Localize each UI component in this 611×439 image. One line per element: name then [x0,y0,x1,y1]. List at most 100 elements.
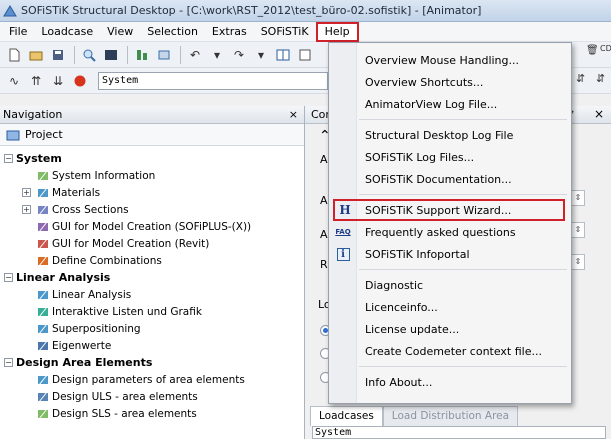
menu-item-create-codemeter-context-file[interactable]: Create Codemeter context file... [329,340,571,362]
close-icon[interactable]: × [289,108,298,121]
tree-item[interactable]: Eigenwerte [0,337,304,354]
field-label: A [320,153,328,166]
tree-item[interactable]: Define Combinations [0,252,304,269]
menu-sofistik[interactable]: SOFiSTiK [254,22,316,42]
menu-selection[interactable]: Selection [140,22,205,42]
tree-item[interactable]: GUI for Model Creation (SOFiPLUS-(X)) [0,218,304,235]
tree-group[interactable]: − System [0,150,304,167]
dropdown-arrow-icon[interactable]: ▾ [251,45,271,65]
project-tab[interactable]: Project [0,124,304,146]
menu-item-diagnostic[interactable]: Diagnostic [329,274,571,296]
tree-item[interactable]: Design ULS - area elements [0,388,304,405]
axis-z-icon[interactable]: ⇵ [596,72,605,85]
redo-icon[interactable]: ↷ [229,45,249,65]
menu-item-animatorview-log-file[interactable]: AnimatorView Log File... [329,93,571,115]
tree-item[interactable]: Design parameters of area elements [0,371,304,388]
open-file-icon[interactable] [26,45,46,65]
menu-item-label: Info About... [365,375,433,389]
project-label: Project [25,128,63,141]
tree-item-icon [38,289,48,300]
menu-item-sofistik-log-files[interactable]: SOFiSTiK Log Files... [329,146,571,168]
collapse-toggle-icon[interactable]: − [4,358,13,367]
tree-item-label: Interaktive Listen und Grafik [52,305,202,318]
tree-item-label: Design Area Elements [16,356,153,369]
toolbar-separator [127,45,128,64]
tree-item-icon [38,306,48,317]
tree-item[interactable]: + Materials [0,184,304,201]
structure-icon[interactable] [154,45,174,65]
tree-item[interactable]: + Cross Sections [0,201,304,218]
tree-item[interactable]: Interaktive Listen und Grafik [0,303,304,320]
tree-item[interactable]: System Information [0,167,304,184]
axis-x-icon[interactable]: ⇵ [576,72,585,85]
new-file-icon[interactable] [4,45,24,65]
expand-toggle-icon[interactable]: + [22,205,31,214]
menu-item-info-about[interactable]: Info About... [329,371,571,393]
force-down-icon[interactable]: ⇊ [48,71,68,91]
menu-separator [359,366,567,367]
expand-toggle-icon[interactable]: + [22,188,31,197]
model-icon[interactable] [132,45,152,65]
render-icon[interactable] [101,45,121,65]
tree-item-icon [38,238,48,249]
spinner-icon[interactable]: ⇕ [571,190,585,206]
tree-item-icon [38,221,48,232]
force-up-icon[interactable]: ⇈ [26,71,46,91]
tab-loadcases[interactable]: Loadcases [310,406,383,426]
tree-item-label: Design ULS - area elements [52,390,198,403]
spinner-icon[interactable]: ⇕ [571,254,585,270]
tree-item-label: Linear Analysis [16,271,111,284]
collapse-toggle-icon[interactable]: − [4,273,13,282]
tree-item[interactable]: Superpositioning [0,320,304,337]
menu-item-licenceinfo[interactable]: Licenceinfo... [329,296,571,318]
menu-separator [359,119,567,120]
save-icon[interactable] [48,45,68,65]
tree-item-icon [38,391,48,402]
menu-item-frequently-asked-questions[interactable]: FAQ Frequently asked questions [329,221,571,243]
tree-item[interactable]: Design SLS - area elements [0,405,304,422]
menu-file[interactable]: File [2,22,34,42]
collapse-toggle-icon[interactable]: − [4,154,13,163]
tree-item[interactable]: GUI for Model Creation (Revit) [0,235,304,252]
system-combo[interactable]: System [98,71,328,90]
menu-item-sofistik-infoportal[interactable]: i SOFiSTiK Infoportal [329,243,571,265]
menu-item-label: SOFiSTiK Documentation... [365,172,512,186]
toolbar-separator [74,45,75,64]
trash-icon[interactable]: 🗑 [586,45,599,56]
tree-group[interactable]: − Linear Analysis [0,269,304,286]
menu-item-structural-desktop-log-file[interactable]: Structural Desktop Log File [329,124,571,146]
dropdown-arrow-icon[interactable]: ▾ [207,45,227,65]
menu-item-sofistik-support-wizard[interactable]: H SOFiSTiK Support Wizard... [333,199,565,221]
faq-icon: FAQ [335,228,351,236]
window-icon[interactable] [295,45,315,65]
zoom-icon[interactable] [79,45,99,65]
menu-item-license-update[interactable]: License update... [329,318,571,340]
menu-item-sofistik-documentation[interactable]: SOFiSTiK Documentation... [329,168,571,190]
tab-load-distribution-area[interactable]: Load Distribution Area [382,406,519,426]
tree-item-icon [38,323,48,334]
menu-item-label: License update... [365,322,460,336]
cd-icon[interactable]: CD [600,44,611,53]
menu-item-overview-mouse-handling[interactable]: Overview Mouse Handling... [329,49,571,71]
menu-loadcase[interactable]: Loadcase [34,22,100,42]
menu-item-overview-shortcuts[interactable]: Overview Shortcuts... [329,71,571,93]
tree-group[interactable]: − Design Area Elements [0,354,304,371]
system-field[interactable]: System [312,426,606,439]
tree-item-icon [38,340,48,351]
tree-item-icon [38,187,48,198]
undo-icon[interactable]: ↶ [185,45,205,65]
navigation-header: Navigation × [0,106,304,124]
menu-item-label: Diagnostic [365,278,424,292]
spinner-icon[interactable]: ⇕ [571,222,585,238]
curve-icon[interactable]: ∿ [4,71,24,91]
close-icon[interactable]: × [594,107,604,121]
navigation-title: Navigation [3,108,63,121]
menu-view[interactable]: View [100,22,140,42]
tree-item-label: Define Combinations [52,254,162,267]
menu-help[interactable]: Help [315,21,359,42]
menu-bar: File Loadcase View Selection Extras SOFi… [0,21,611,42]
record-icon[interactable] [70,71,90,91]
layout-icon[interactable] [273,45,293,65]
menu-extras[interactable]: Extras [205,22,254,42]
tree-item[interactable]: Linear Analysis [0,286,304,303]
